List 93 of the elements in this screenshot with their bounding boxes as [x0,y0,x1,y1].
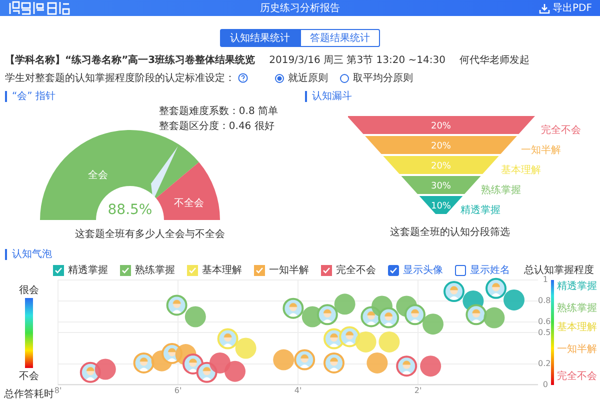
tab[interactable]: 认知结果统计 [220,29,300,47]
legend-checkbox[interactable] [53,264,64,276]
help-icon[interactable] [238,73,248,83]
x-tick-label: 4' [294,386,302,396]
y-tick-label: 1 [542,275,548,285]
legend-checkbox[interactable] [254,264,265,276]
bubble[interactable] [210,352,230,374]
level-label: 基本理解 [557,322,597,334]
report-title: 【学科名称】“练习卷名称”高一3班练习卷整体结果统览 [5,53,256,67]
axis-label: 总作答耗时 [4,388,54,400]
chart-caption: 这套题全班有多少人全会与不全会 [75,228,225,241]
avatar-bubble[interactable] [378,307,400,328]
section-heading: “会” 指针 [5,91,56,102]
funnel-percent: 10% [431,202,451,212]
avatar-bubble[interactable] [324,352,344,374]
avatar-bubble[interactable] [444,281,464,302]
y-tick-label: 0.6 [538,317,548,327]
mastery-scale[interactable] [25,298,33,368]
toggle-label: 显示头像 [403,264,443,277]
stat-text: 整套题区分度：0.46 很好 [158,120,276,133]
toggle-label: 显示姓名 [470,264,510,277]
download-icon [538,2,550,14]
avatar-bubble[interactable] [166,294,188,316]
y-tick-label: 0.2 [538,359,548,369]
teacher-name: 何代华老师发起 [459,54,530,67]
bubble[interactable] [355,331,376,352]
avatar-bubble[interactable] [133,352,154,374]
funnel-label: 完全不会 [541,125,581,136]
x-tick-label: 2' [414,386,422,396]
level-label: 精透掌握 [557,281,597,294]
legend-checkbox[interactable] [120,264,131,276]
x-tick-label: 6' [174,386,182,396]
radio-option[interactable]: 取平均分原则 [340,71,413,85]
funnel-label: 一知半解 [520,145,561,156]
legend-label: 精透掌握 [68,264,108,277]
x-tick-label: 8' [54,386,62,395]
legend-label: 基本理解 [202,264,242,277]
avatar-bubble[interactable] [486,278,506,299]
funnel-percent: 20% [431,122,451,132]
toggle-checkbox[interactable] [388,264,399,276]
legend-checkbox[interactable] [321,264,332,276]
criteria-label: 学生对整套题的认知掌握程度阶段的认定标准设定： [5,72,235,85]
gauge-value: 88.5% [108,202,152,218]
bubble[interactable] [334,294,356,315]
funnel-label: 基本理解 [500,165,541,176]
avatar-bubble[interactable] [404,304,426,326]
section-heading: 认知漏斗 [305,91,352,102]
funnel-label: 精透掌握 [460,205,501,216]
partial-label: 不全会 [174,198,204,209]
avatar-bubble[interactable] [282,298,304,319]
bubble[interactable] [366,352,388,374]
page-title: 历史练习分析报告 [259,2,341,15]
bubble[interactable] [422,314,444,335]
bubble[interactable] [420,356,442,377]
avatar-bubble[interactable] [396,356,418,377]
legend-label: 完全不会 [336,264,376,277]
avatar-bubble[interactable] [466,304,487,326]
scale-bottom-label: 不会 [19,370,39,383]
toggle-checkbox[interactable] [455,264,466,276]
level-label: 完全不会 [557,370,597,383]
funnel-percent: 20% [431,142,451,152]
level-label: 一知半解 [557,344,597,356]
y-tick-label: 0.5 [538,328,548,338]
stat-text: 整套题难度系数：0.8 简单 [158,104,278,118]
bubble[interactable] [273,349,294,370]
y-tick-label: 0.8 [538,296,548,306]
avatar-bubble[interactable] [316,304,338,326]
scale-title: 总认知掌握程度 [524,264,594,276]
logo-icon [8,0,70,16]
export-pdf-button[interactable]: 导出PDF [538,1,592,15]
gauge-center [96,186,164,222]
bubble[interactable] [184,306,206,328]
level-label: 熟练掌握 [557,303,597,316]
funnel-label: 熟练掌握 [480,185,521,196]
bubble[interactable] [94,358,116,380]
bubble[interactable] [484,307,505,328]
bubble[interactable] [224,360,246,382]
whole-label: 全会 [88,170,108,181]
funnel-percent: 30% [431,182,451,192]
radio-option[interactable]: 就近原则 [275,71,328,85]
radio-button[interactable] [340,74,349,82]
session-time: 2019/3/16 周三 第3节 13:20 ~14:30 [269,54,446,67]
scale-top-label: 很会 [19,284,39,297]
legend-label: 一知半解 [269,264,309,277]
y-tick-label: 0 [542,380,548,390]
avatar-bubble[interactable] [294,349,316,370]
tab[interactable]: 答题结果统计 [300,29,380,47]
radio-button[interactable] [275,74,284,82]
section-heading: 认知气泡 [5,249,600,260]
legend-label: 熟练掌握 [135,264,175,277]
funnel-percent: 20% [431,162,451,172]
chart-caption: 这套题全班的认知分段筛选 [390,226,510,239]
bubble[interactable] [504,289,524,310]
